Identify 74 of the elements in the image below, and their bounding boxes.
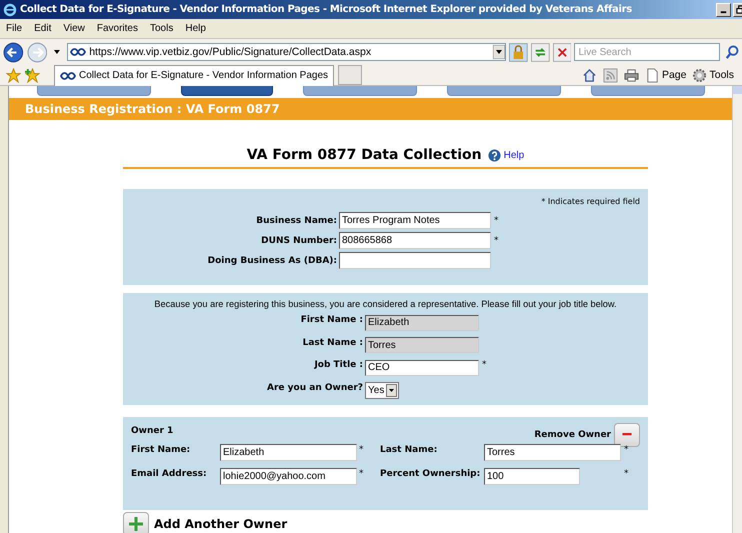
required-mark: *	[359, 469, 364, 479]
scrollbar[interactable]	[732, 86, 742, 533]
dropdown-icon[interactable]	[493, 45, 506, 59]
input-field[interactable]: CEO	[365, 360, 479, 376]
site-icon	[60, 70, 76, 80]
required-mark: *	[624, 469, 628, 479]
dropdown-icon[interactable]	[386, 384, 398, 396]
menu-item[interactable]: Help	[179, 23, 212, 34]
field-label: Doing Business As (DBA):	[206, 256, 338, 266]
input-field[interactable]: lohie2000@yahoo.com	[220, 468, 357, 484]
url-text: https://www.vip.vetbiz.gov/Public/Signature/CollectData.aspx	[89, 46, 372, 58]
help-link[interactable]: Help	[504, 150, 524, 160]
banner-title: Business Registration : VA Form 0877	[25, 102, 280, 116]
instruction-text: Because you are registering this business, you are considered a representative. Please fill out your job title below.	[153, 299, 618, 309]
print-icon[interactable]	[624, 68, 639, 82]
add-button[interactable]	[123, 512, 149, 533]
menu-item[interactable]: Favorites	[90, 23, 144, 34]
page-heading: VA Form 0877 Data Collection	[246, 147, 482, 163]
input-field[interactable]: Elizabeth	[365, 314, 479, 330]
page-tab[interactable]: Collect Data for E-Signature - Vendor Information Pages	[54, 64, 334, 86]
remove-button[interactable]	[614, 422, 640, 446]
toolbar-menu[interactable]: Tools	[709, 69, 734, 81]
field-label: Job Title :	[313, 360, 364, 370]
input-field[interactable]: Torres	[365, 337, 479, 353]
browser-logo-icon	[3, 2, 17, 16]
field-label: Last Name :	[302, 338, 364, 348]
menu-item[interactable]: Edit	[28, 23, 58, 34]
field-label: First Name:	[131, 445, 192, 455]
field-label: DUNS Number:	[260, 236, 338, 246]
field-label: Are you an Owner?	[266, 383, 364, 393]
select-field[interactable]: Yes	[365, 382, 400, 398]
add-favorite-icon[interactable]	[25, 68, 40, 82]
field-label: First Name :	[300, 315, 364, 326]
menu-item[interactable]: View	[57, 23, 91, 34]
add-owner-label: Add Another Owner	[154, 516, 288, 530]
dropdown-icon[interactable]	[53, 48, 62, 56]
input-field[interactable]: Elizabeth	[220, 444, 357, 460]
remove-owner-label: Remove Owner	[534, 430, 611, 440]
back-icon[interactable]	[3, 42, 24, 62]
gear-icon[interactable]	[692, 68, 708, 82]
field-label: Percent Ownership:	[380, 469, 482, 479]
menu-item[interactable]: File	[0, 23, 28, 34]
required-mark: *	[624, 445, 628, 455]
page-icon[interactable]	[644, 68, 660, 82]
input-field[interactable]: 808665868	[339, 232, 491, 249]
owner-title: Owner 1	[131, 426, 174, 436]
feed-icon[interactable]	[602, 68, 618, 82]
minimize-button[interactable]	[716, 2, 731, 16]
required-mark: *	[359, 445, 364, 455]
field-label: Last Name:	[380, 445, 438, 455]
field-label: Business Name:	[255, 216, 338, 226]
required-mark: *	[494, 236, 498, 246]
site-icon	[70, 47, 86, 57]
help-icon[interactable]	[488, 148, 501, 162]
required-mark: *	[482, 360, 486, 370]
home-icon[interactable]	[582, 68, 597, 82]
stop-icon[interactable]	[552, 42, 572, 62]
input-field[interactable]: 100	[484, 468, 580, 484]
search-field[interactable]: Live Search	[574, 43, 720, 61]
input-field[interactable]: Torres Program Notes	[339, 212, 491, 229]
required-note: * Indicates required field	[540, 197, 640, 206]
toolbar-menu[interactable]: Page	[662, 69, 686, 81]
input-field[interactable]	[339, 252, 491, 269]
refresh-icon[interactable]	[531, 42, 550, 62]
window-title: Collect Data for E-Signature - Vendor Information Pages - Microsoft Internet Explorer provided by Veterans Affairs	[20, 4, 633, 15]
plus-icon	[129, 516, 143, 530]
address-field[interactable]: https://www.vip.vetbiz.gov/Public/Signature/CollectData.aspx	[67, 43, 506, 61]
star-icon[interactable]	[6, 68, 21, 82]
lock-icon[interactable]	[509, 42, 528, 62]
field-label: Email Address:	[131, 469, 208, 479]
required-mark: *	[494, 216, 498, 226]
menu-item[interactable]: Tools	[144, 23, 180, 34]
minus-icon	[621, 433, 633, 436]
input-field[interactable]: Torres	[484, 444, 621, 460]
